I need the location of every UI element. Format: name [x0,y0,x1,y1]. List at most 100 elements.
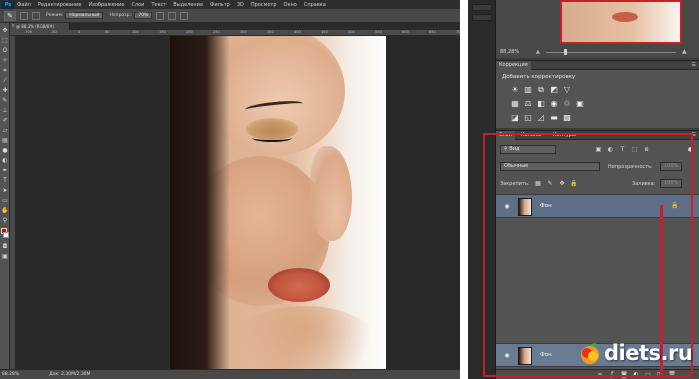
zoom-in-icon[interactable]: ▲ [682,48,687,55]
blend-mode-select[interactable]: Обычные [500,162,600,171]
portrait-photo[interactable] [170,36,386,369]
airbrush-icon[interactable] [168,11,177,20]
menu-view[interactable]: Просмотр [251,2,277,8]
layer-name[interactable]: Фон [540,352,552,358]
blur-tool-icon[interactable]: ● [1,147,9,154]
menu-filter[interactable]: Фильтр [210,2,230,8]
adjustment-filter-icon[interactable]: ◐ [606,145,615,154]
add-mask-icon[interactable]: ◙ [620,371,628,379]
collapsed-panel-button[interactable] [472,14,492,21]
opacity-select[interactable]: 70% [134,12,153,19]
menu-file[interactable]: Файл [17,2,31,8]
lock-all-icon[interactable]: 🔒 [570,180,578,188]
curves-icon[interactable]: ⧉ [536,85,546,95]
quick-select-tool-icon[interactable]: ✧ [1,57,9,64]
lock-pixels-icon[interactable]: ✎ [546,180,554,188]
layer-name[interactable]: Фон [540,203,552,209]
menu-select[interactable]: Выделение [173,2,203,8]
healing-brush-tool-icon[interactable]: ✚ [1,87,9,94]
type-tool-icon[interactable]: T [1,177,9,184]
vibrance-icon[interactable]: ▽ [562,85,572,95]
zoom-tool-icon[interactable]: ⚲ [1,217,9,224]
delete-layer-icon[interactable]: 🗑 [668,371,676,379]
gradient-tool-icon[interactable]: ▤ [1,137,9,144]
mode-select[interactable]: Нормальный [65,12,104,19]
crop-tool-icon[interactable]: ⌗ [1,67,9,74]
dodge-tool-icon[interactable]: ◐ [1,157,9,164]
quick-mask-icon[interactable]: ◘ [1,243,9,250]
type-filter-icon[interactable]: T [618,145,627,154]
panel-menu-icon[interactable]: ☰ [692,132,696,138]
tab-layers[interactable]: Слои [496,131,515,140]
channel-mixer-icon[interactable]: ♲ [562,99,572,109]
exposure-icon[interactable]: ◩ [549,85,559,95]
fill-input[interactable]: 100% [660,179,682,188]
layer-filter-select[interactable]: ⚲ Вид [500,145,556,154]
brush-tool-preset-icon[interactable]: ✎ [4,10,16,21]
zoom-out-icon[interactable]: ▲ [536,49,540,55]
pixel-filter-icon[interactable]: ▣ [594,145,603,154]
tab-adjustments[interactable]: Коррекция [496,61,531,70]
lasso-tool-icon[interactable]: ʘ [1,47,9,54]
filter-toggle-icon[interactable]: ● [686,145,695,154]
path-select-tool-icon[interactable]: ➤ [1,187,9,194]
brush-size-picker-icon[interactable] [20,11,28,20]
pen-tool-icon[interactable]: ✒ [1,167,9,174]
photo-filter-icon[interactable]: ◉ [549,99,559,109]
clone-stamp-tool-icon[interactable]: ⊥ [1,107,9,114]
history-brush-tool-icon[interactable]: ✐ [1,117,9,124]
link-layers-icon[interactable]: ∞ [596,371,604,379]
pressure-size-icon[interactable] [180,11,189,20]
menu-layers[interactable]: Слои [131,2,144,8]
tab-paths[interactable]: Контуры [550,131,579,140]
color-balance-icon[interactable]: ⚖ [523,99,533,109]
close-tab-icon[interactable]: × [11,23,15,30]
lock-position-icon[interactable]: ✥ [558,180,566,188]
black-white-icon[interactable]: ◧ [536,99,546,109]
collapsed-panel-button[interactable] [472,4,492,11]
hue-saturation-icon[interactable]: ▦ [510,99,520,109]
screen-mode-icon[interactable]: ▣ [1,253,9,260]
navigator-zoom-value[interactable]: 88,28% [500,49,519,55]
eraser-tool-icon[interactable]: ▱ [1,127,9,134]
shape-filter-icon[interactable]: ⬚ [630,145,639,154]
eyedropper-tool-icon[interactable]: ⁄ [1,77,9,84]
visibility-eye-icon[interactable]: ◉ [502,352,512,360]
posterize-icon[interactable]: ◱ [523,113,533,123]
menu-edit[interactable]: Редактирование [38,2,82,8]
move-tool-icon[interactable]: ✥ [1,27,9,34]
shape-tool-icon[interactable]: ▭ [1,197,9,204]
menu-image[interactable]: Изображение [88,2,124,8]
pressure-opacity-icon[interactable] [156,11,165,20]
layer-row[interactable]: ◉ Фон 🔒 [496,194,699,218]
status-zoom[interactable]: 88.28% [2,372,19,377]
menu-text[interactable]: Текст [151,2,166,8]
invert-icon[interactable]: ◪ [510,113,520,123]
background-color-swatch[interactable] [3,232,9,238]
document-tab[interactable]: × @ 88,3% (RGB/8#) [10,23,70,30]
hand-tool-icon[interactable]: ✋ [1,207,9,214]
smart-object-filter-icon[interactable]: ⧈ [642,145,651,154]
brush-tool-icon[interactable]: ✎ [1,97,9,104]
new-group-icon[interactable]: ▭ [644,371,652,379]
layer-lock-icon[interactable]: 🔒 [671,202,679,211]
menu-3d[interactable]: 3D [237,2,244,8]
selective-color-icon[interactable]: ▩ [562,113,572,123]
visibility-eye-icon[interactable]: ◉ [502,203,512,211]
levels-icon[interactable]: ▥ [523,85,533,95]
layer-style-icon[interactable]: ƒ [608,371,616,379]
brightness-icon[interactable]: ☀ [510,85,520,95]
gradient-map-icon[interactable]: ▬ [549,113,559,123]
panel-menu-icon[interactable]: ☰ [692,62,696,68]
lock-transparency-icon[interactable]: ▦ [534,180,542,188]
brush-panel-toggle-icon[interactable] [32,11,40,20]
navigator-thumbnail[interactable] [560,0,682,44]
opacity-input[interactable]: 100% [660,162,682,171]
marquee-tool-icon[interactable]: ⬚ [1,37,9,44]
color-lookup-icon[interactable]: ▣ [575,99,585,109]
navigator-zoom-slider-thumb[interactable] [564,49,567,55]
threshold-icon[interactable]: ◿ [536,113,546,123]
menu-help[interactable]: Справка [304,2,326,8]
new-adjustment-layer-icon[interactable]: ◐ [632,371,640,379]
tab-channels[interactable]: Каналы [518,131,544,140]
